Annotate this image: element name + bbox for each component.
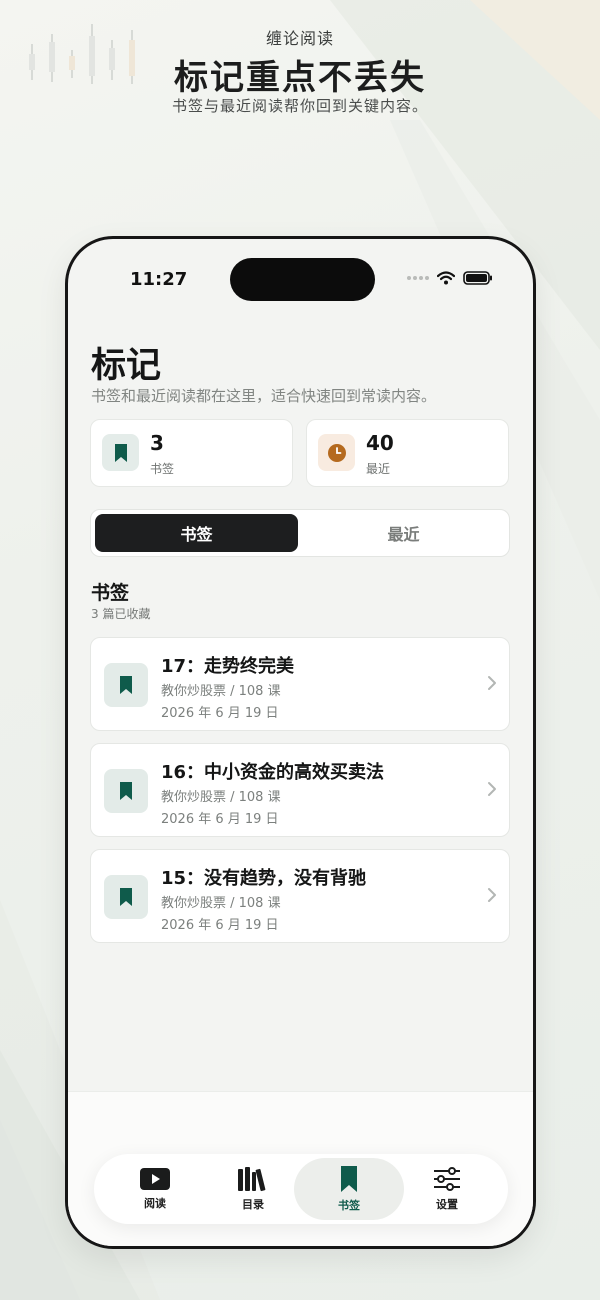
bookmark-card[interactable]: 15：没有趋势，没有背驰 教你炒股票 / 108 课 2026 年 6 月 19… <box>90 849 510 943</box>
section-title: 书签 <box>91 582 130 604</box>
bookmark-icon <box>104 663 148 707</box>
signal-icon <box>407 276 429 280</box>
bookmark-title: 16：中小资金的高效买卖法 <box>161 762 385 783</box>
battery-icon <box>463 271 492 285</box>
bookmark-date: 2026 年 6 月 19 日 <box>161 706 279 721</box>
stat-value: 40 <box>366 431 394 455</box>
tab-bar: 阅读 目录 书签 设置 <box>94 1154 508 1224</box>
page-subtitle: 书签和最近阅读都在这里，适合快速回到常读内容。 <box>91 387 437 405</box>
bookmark-date: 2026 年 6 月 19 日 <box>161 918 279 933</box>
bookmark-icon <box>341 1166 357 1192</box>
bookmark-title: 15：没有趋势，没有背驰 <box>161 868 367 889</box>
bookmark-icon <box>104 875 148 919</box>
segment-recent[interactable]: 最近 <box>302 514 505 552</box>
segment-bookmarks[interactable]: 书签 <box>95 514 298 552</box>
clock-icon <box>318 434 355 471</box>
bookmark-meta: 教你炒股票 / 108 课 <box>161 896 281 911</box>
chevron-right-icon <box>488 676 496 690</box>
bottom-area: 阅读 目录 书签 设置 <box>68 1091 533 1246</box>
bookmark-date: 2026 年 6 月 19 日 <box>161 812 279 827</box>
bookmark-icon <box>102 434 139 471</box>
phone-frame: 11:27 标记 书签和最近阅读都在这里，适合快速回到常读内容。 3 书签 40… <box>65 236 536 1249</box>
play-icon <box>140 1168 170 1190</box>
sliders-icon <box>434 1167 460 1191</box>
page-title: 标记 <box>91 346 162 386</box>
segmented-control: 书签 最近 <box>90 509 510 557</box>
chevron-right-icon <box>488 888 496 902</box>
bookmark-meta: 教你炒股票 / 108 课 <box>161 684 281 699</box>
books-icon <box>238 1167 266 1192</box>
promo-eyebrow: 缠论阅读 <box>265 29 334 48</box>
tab-label: 设置 <box>436 1198 458 1211</box>
wifi-icon <box>437 271 455 285</box>
bookmark-meta: 教你炒股票 / 108 课 <box>161 790 281 805</box>
chevron-right-icon <box>488 782 496 796</box>
stat-label: 最近 <box>366 462 391 476</box>
stat-label: 书签 <box>150 462 175 476</box>
stat-card-bookmarks[interactable]: 3 书签 <box>90 419 293 487</box>
section-count: 3 篇已收藏 <box>91 607 151 621</box>
status-time: 11:27 <box>130 269 188 290</box>
tab-label: 书签 <box>338 1199 360 1212</box>
tab-reading[interactable]: 阅读 <box>100 1158 210 1220</box>
status-indicators <box>407 271 493 285</box>
tab-settings[interactable]: 设置 <box>392 1158 502 1220</box>
tab-label: 目录 <box>242 1198 264 1211</box>
tab-bookmarks[interactable]: 书签 <box>294 1158 404 1220</box>
bookmark-card[interactable]: 17：走势终完美 教你炒股票 / 108 课 2026 年 6 月 19 日 <box>90 637 510 731</box>
promo-subtitle: 书签与最近阅读帮你回到关键内容。 <box>171 97 428 115</box>
stat-value: 3 <box>150 431 164 455</box>
dynamic-island <box>230 258 375 301</box>
tab-label: 阅读 <box>144 1197 166 1210</box>
promo-title: 标记重点不丢失 <box>174 58 426 98</box>
stat-card-recent[interactable]: 40 最近 <box>306 419 509 487</box>
bookmark-icon <box>104 769 148 813</box>
bookmark-title: 17：走势终完美 <box>161 656 295 677</box>
bookmark-card[interactable]: 16：中小资金的高效买卖法 教你炒股票 / 108 课 2026 年 6 月 1… <box>90 743 510 837</box>
tab-catalog[interactable]: 目录 <box>198 1158 308 1220</box>
